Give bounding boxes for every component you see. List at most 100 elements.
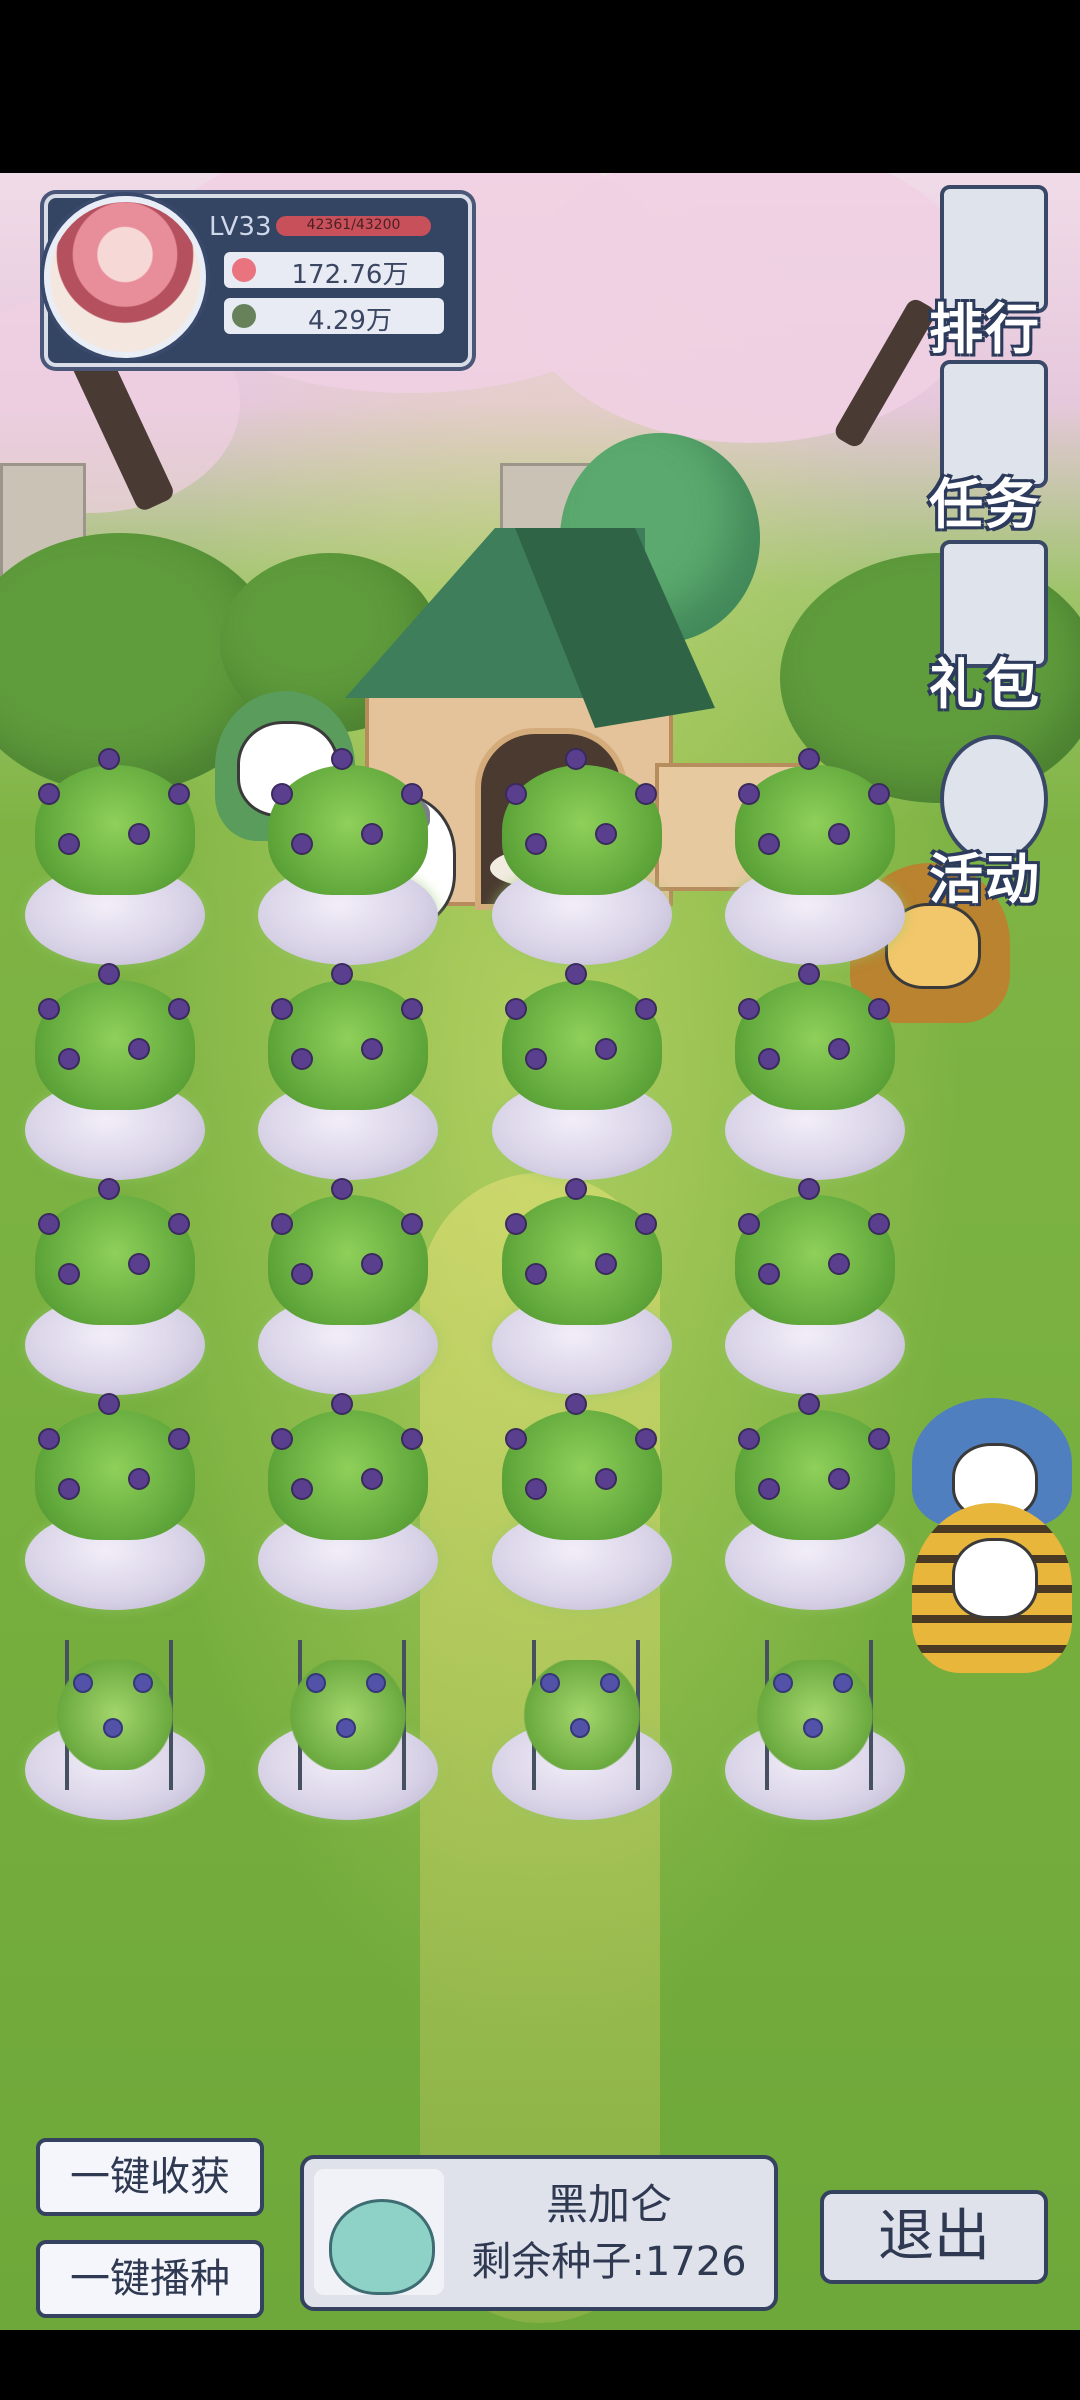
purple-flower xyxy=(870,1430,888,1448)
planting-plot[interactable] xyxy=(720,745,910,965)
blackcurrant-berry xyxy=(805,1720,821,1736)
blackcurrant-berry xyxy=(602,1675,618,1691)
harvest-all-button[interactable]: 一键收获 xyxy=(36,2138,264,2216)
ranking-button[interactable]: 排行 xyxy=(905,185,1065,361)
planting-plot[interactable] xyxy=(487,1390,677,1610)
purple-flower xyxy=(760,1265,778,1283)
purple-flower xyxy=(830,825,848,843)
planting-plot[interactable] xyxy=(253,1175,443,1395)
purple-flower xyxy=(567,1395,585,1413)
blackcurrant-vine xyxy=(55,1660,175,1770)
blackcurrant-vine xyxy=(522,1660,642,1770)
flower-bush xyxy=(735,1410,895,1540)
purple-flower xyxy=(403,1000,421,1018)
planting-plot[interactable] xyxy=(720,1600,910,1820)
exit-button[interactable]: 退出 xyxy=(820,2190,1048,2284)
purple-flower xyxy=(273,1215,291,1233)
purple-flower xyxy=(760,1480,778,1498)
flower-bush xyxy=(35,765,195,895)
blackcurrant-berry xyxy=(572,1720,588,1736)
purple-flower xyxy=(170,1215,188,1233)
purple-flower xyxy=(567,750,585,768)
purple-flower xyxy=(363,1470,381,1488)
planting-plot[interactable] xyxy=(487,960,677,1180)
planting-plot[interactable] xyxy=(487,745,677,965)
player-profile[interactable]: LV33 42361/43200 172.76万 4.29万 xyxy=(14,186,472,367)
purple-flower xyxy=(403,1215,421,1233)
purple-flower xyxy=(273,1000,291,1018)
blackcurrant-berry xyxy=(835,1675,851,1691)
planting-plot[interactable] xyxy=(20,1175,210,1395)
purple-flower xyxy=(273,785,291,803)
leaf-icon xyxy=(232,304,256,328)
purple-flower xyxy=(170,1430,188,1448)
purple-flower xyxy=(597,825,615,843)
blackcurrant-berry xyxy=(542,1675,558,1691)
purple-flower xyxy=(740,1430,758,1448)
flower-bush xyxy=(35,1195,195,1325)
player-level: LV33 xyxy=(209,212,272,242)
purple-flower xyxy=(637,1215,655,1233)
planting-plot[interactable] xyxy=(720,1390,910,1610)
blackcurrant-berry xyxy=(338,1720,354,1736)
purple-flower xyxy=(60,1265,78,1283)
purple-flower xyxy=(637,1430,655,1448)
planting-plot[interactable] xyxy=(253,960,443,1180)
purple-flower xyxy=(637,785,655,803)
navigation-bar-area xyxy=(0,2330,1080,2400)
cat-bee-costume[interactable] xyxy=(912,1503,1072,1683)
blackcurrant-berry xyxy=(775,1675,791,1691)
planting-plot[interactable] xyxy=(20,960,210,1180)
purple-flower xyxy=(60,1050,78,1068)
planting-plot[interactable] xyxy=(20,1390,210,1610)
purple-flower xyxy=(100,1180,118,1198)
purple-flower xyxy=(800,1180,818,1198)
purple-flower xyxy=(363,825,381,843)
purple-flower xyxy=(567,965,585,983)
purple-flower xyxy=(100,750,118,768)
planting-plot[interactable] xyxy=(487,1600,677,1820)
purple-flower xyxy=(870,785,888,803)
purple-flower xyxy=(293,1480,311,1498)
purple-flower xyxy=(597,1040,615,1058)
planting-plot[interactable] xyxy=(720,960,910,1180)
exp-text: 42361/43200 xyxy=(306,217,401,233)
purple-flower xyxy=(740,1000,758,1018)
planting-plot[interactable] xyxy=(253,1390,443,1610)
flower-bush xyxy=(735,1195,895,1325)
planting-plot[interactable] xyxy=(720,1175,910,1395)
purple-flower xyxy=(597,1470,615,1488)
blackcurrant-vine xyxy=(288,1660,408,1770)
purple-flower xyxy=(527,1480,545,1498)
flower-bush xyxy=(35,1410,195,1540)
avatar[interactable] xyxy=(44,196,206,358)
seed-image xyxy=(314,2169,444,2295)
planting-plot[interactable] xyxy=(20,745,210,965)
purple-flower xyxy=(130,1040,148,1058)
sow-all-button[interactable]: 一键播种 xyxy=(36,2240,264,2318)
purple-flower xyxy=(507,1430,525,1448)
purple-flower xyxy=(740,1215,758,1233)
events-button[interactable]: 活动 xyxy=(905,735,1065,911)
planting-plot[interactable] xyxy=(253,745,443,965)
seed-bag-icon xyxy=(329,2199,435,2295)
purple-flower xyxy=(333,965,351,983)
blackcurrant-berry xyxy=(308,1675,324,1691)
flower-bush xyxy=(735,765,895,895)
purple-flower xyxy=(363,1255,381,1273)
purple-flower xyxy=(170,785,188,803)
planting-plot[interactable] xyxy=(20,1600,210,1820)
tasks-button[interactable]: 任务 xyxy=(905,360,1065,536)
purple-flower xyxy=(40,1430,58,1448)
purple-flower xyxy=(273,1430,291,1448)
planting-plot[interactable] xyxy=(253,1600,443,1820)
leaves-value: 4.29万 xyxy=(308,306,392,336)
purple-flower xyxy=(170,1000,188,1018)
purple-flower xyxy=(760,835,778,853)
flower-bush xyxy=(735,980,895,1110)
flower-bush xyxy=(502,980,662,1110)
planting-plot[interactable] xyxy=(487,1175,677,1395)
gift-pack-button[interactable]: 礼包 xyxy=(905,540,1065,716)
seed-selector[interactable]: 黑加仑 剩余种子:1726 xyxy=(300,2155,778,2311)
purple-flower xyxy=(100,965,118,983)
